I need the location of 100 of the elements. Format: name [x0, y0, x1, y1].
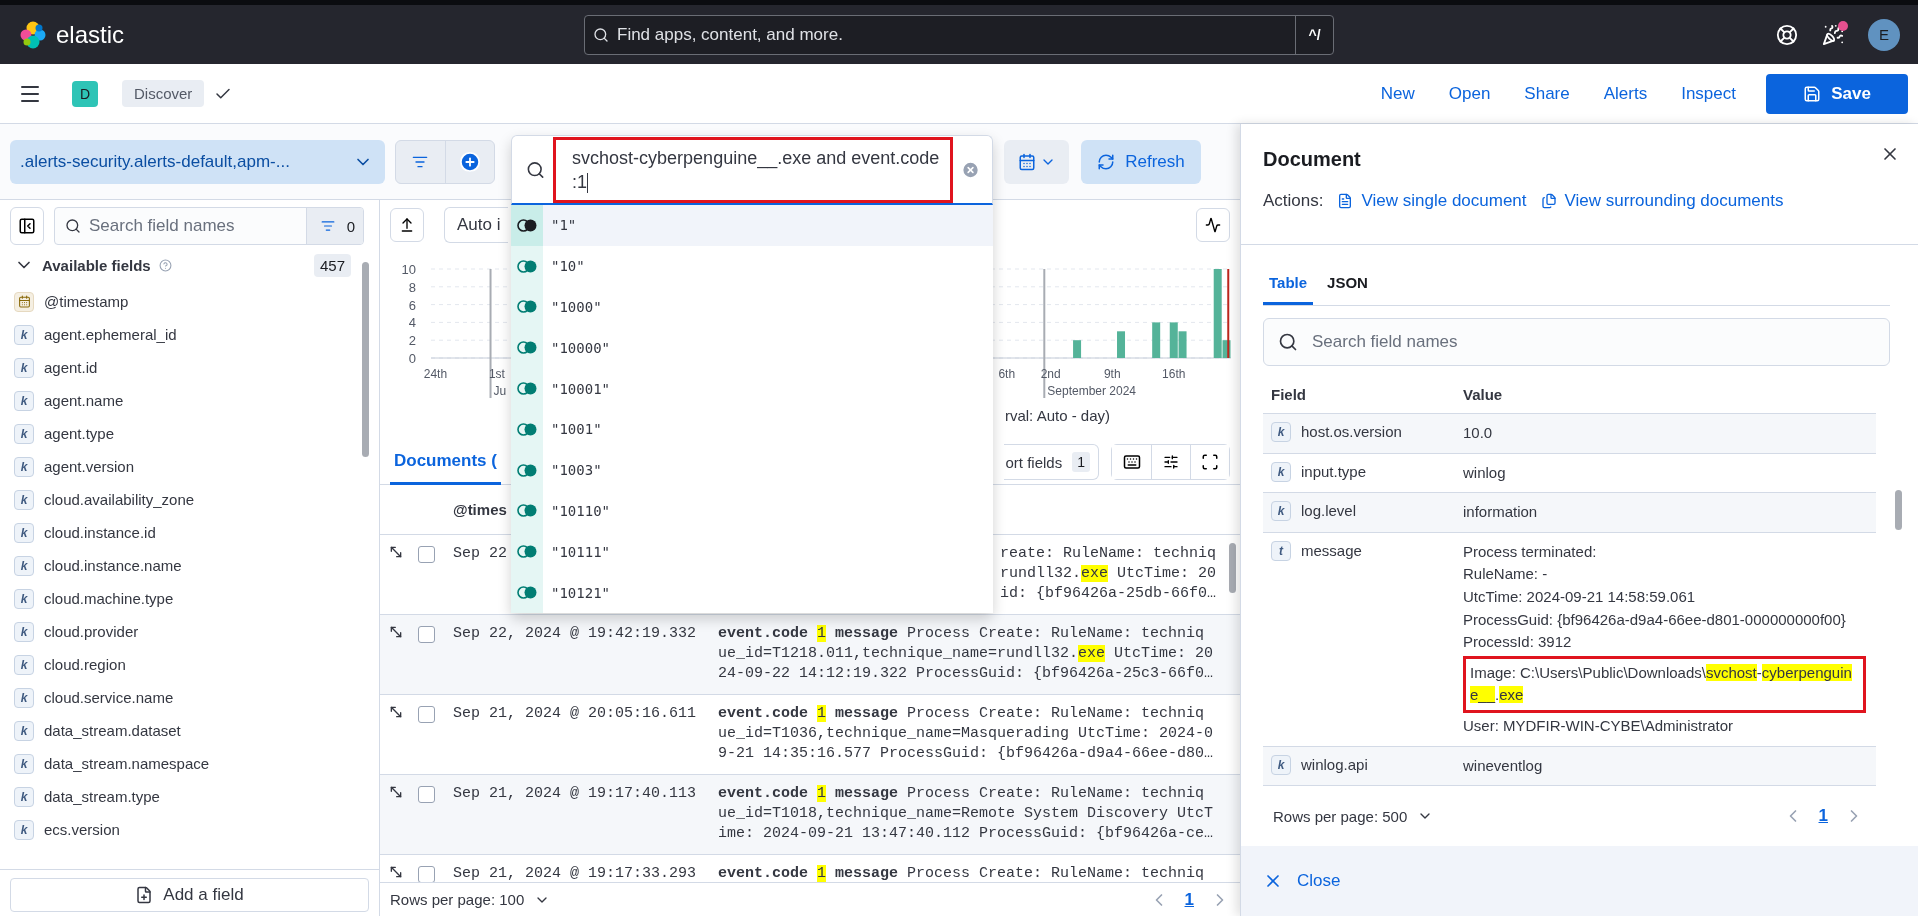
- flyout-tab[interactable]: JSON: [1321, 263, 1374, 305]
- expand-icon[interactable]: [388, 704, 404, 720]
- sort-fields-button[interactable]: ort fields 1: [1003, 444, 1099, 480]
- y-tick-label: 8: [408, 279, 416, 295]
- suggestion-item[interactable]: "1001": [511, 409, 993, 450]
- query-field[interactable]: svchost-cyberpenguine__.exe and event.code :1: [511, 135, 993, 205]
- field-item[interactable]: k data_stream.type: [14, 780, 359, 813]
- fullscreen-icon: [1201, 453, 1219, 471]
- suggestion-item[interactable]: "1003": [511, 449, 993, 491]
- close-button[interactable]: Close: [1263, 871, 1341, 892]
- row-checkbox[interactable]: [418, 626, 435, 643]
- field-item[interactable]: k agent.name: [14, 384, 359, 417]
- add-field-icon: [135, 886, 154, 904]
- column-header[interactable]: @times: [453, 501, 507, 518]
- menu-link[interactable]: New: [1380, 83, 1415, 104]
- sort-count: 1: [1072, 452, 1090, 472]
- suggestion-item[interactable]: "10110": [511, 490, 993, 532]
- fullscreen-button[interactable]: [1190, 445, 1229, 479]
- field-type-icon: k: [14, 819, 34, 840]
- search-input[interactable]: Search field names: [1310, 331, 1889, 353]
- suggestion-item[interactable]: "10000": [511, 327, 993, 369]
- field-item[interactable]: k agent.ephemeral_id: [14, 318, 359, 351]
- suggestion-item[interactable]: "10121": [511, 572, 993, 613]
- clear-icon[interactable]: [960, 159, 980, 180]
- plus-icon: [458, 150, 481, 173]
- space-badge[interactable]: D: [72, 80, 98, 107]
- menu-link[interactable]: Inspect: [1681, 83, 1736, 104]
- search-input[interactable]: Search field names: [87, 215, 306, 237]
- row-checkbox[interactable]: [418, 786, 435, 803]
- field-item[interactable]: k agent.type: [14, 417, 359, 450]
- news-icon[interactable]: [1822, 23, 1844, 46]
- suggestion-item[interactable]: "10111": [511, 531, 993, 573]
- collapse-sidebar-button[interactable]: [10, 207, 44, 245]
- action-link[interactable]: View single document: [1337, 191, 1527, 211]
- menu-link[interactable]: Share: [1524, 83, 1570, 104]
- help-icon[interactable]: [1776, 23, 1798, 46]
- expand-icon[interactable]: [388, 544, 404, 560]
- timestamp-cell: Sep 21, 2024 @ 20:05:16.611: [453, 704, 697, 724]
- field-name: input.type: [1301, 461, 1367, 482]
- row-checkbox[interactable]: [418, 706, 435, 723]
- field-item[interactable]: k data_stream.dataset: [14, 714, 359, 747]
- field-item[interactable]: @timestamp: [14, 285, 359, 318]
- field-item[interactable]: k cloud.region: [14, 648, 359, 681]
- rows-per-page-button[interactable]: Rows per page: 100: [390, 891, 551, 908]
- help-icon: [158, 258, 172, 272]
- refresh-icon: [1097, 152, 1116, 171]
- field-item[interactable]: k ecs.version: [14, 813, 359, 846]
- suggestion-item[interactable]: "1": [511, 205, 993, 246]
- row-checkbox[interactable]: [418, 546, 435, 563]
- page-link[interactable]: 1: [1184, 889, 1194, 910]
- field-filter-button[interactable]: 0: [305, 208, 363, 244]
- data-view-selector[interactable]: .alerts-security.alerts-default,apm-...: [10, 139, 385, 184]
- calendar-icon: [1017, 152, 1036, 171]
- refresh-button[interactable]: Refresh: [1081, 139, 1201, 184]
- global-search-field[interactable]: Find apps, content, and more. ^/: [584, 14, 1334, 55]
- rows-per-page-button[interactable]: Rows per page: 500: [1273, 807, 1434, 825]
- suggestion-item[interactable]: "10": [511, 245, 993, 287]
- field-item[interactable]: k cloud.provider: [14, 615, 359, 648]
- field-item[interactable]: k cloud.availability_zone: [14, 483, 359, 516]
- flyout-tab[interactable]: Table: [1263, 263, 1314, 305]
- field-search-field[interactable]: Search field names: [1263, 318, 1890, 366]
- search-icon: [526, 159, 546, 180]
- breadcrumb[interactable]: Discover: [122, 80, 205, 107]
- field-type-icon: k: [14, 357, 34, 378]
- upload-button[interactable]: [390, 208, 424, 242]
- field-item[interactable]: k agent.version: [14, 450, 359, 483]
- sliders-icon: [1163, 454, 1179, 470]
- search-input[interactable]: Find apps, content, and more.: [615, 23, 1295, 46]
- page-link[interactable]: 1: [1818, 806, 1828, 827]
- menu-link[interactable]: Alerts: [1603, 83, 1648, 104]
- action-link[interactable]: View surrounding documents: [1540, 191, 1784, 211]
- field-item[interactable]: k cloud.instance.name: [14, 549, 359, 582]
- field-item[interactable]: k cloud.machine.type: [14, 582, 359, 615]
- chart-options-button[interactable]: [1196, 208, 1230, 242]
- x-tick-label: 1st: [488, 367, 505, 381]
- suggestion-item[interactable]: "1000": [511, 286, 993, 328]
- row-checkbox[interactable]: [418, 866, 435, 882]
- save-button[interactable]: Save: [1766, 73, 1908, 114]
- field-type-icon: k: [14, 654, 34, 675]
- interval-button[interactable]: Auto i: [444, 207, 508, 243]
- suggestion-item[interactable]: "10001": [511, 368, 993, 409]
- field-item[interactable]: k cloud.instance.id: [14, 516, 359, 549]
- add-field-button[interactable]: Add a field: [10, 878, 369, 912]
- scrollbar[interactable]: [1895, 490, 1902, 530]
- field-search-field[interactable]: Search field names 0: [54, 207, 364, 245]
- field-type-icon: k: [14, 423, 34, 444]
- expand-icon[interactable]: [388, 624, 404, 640]
- histogram-bar: [1117, 331, 1125, 358]
- value-suggestion-icon: [517, 463, 537, 477]
- documents-tab[interactable]: Documents (: [390, 439, 501, 485]
- date-picker-button[interactable]: [1004, 139, 1069, 184]
- field-item[interactable]: k agent.id: [14, 351, 359, 384]
- scrollbar[interactable]: [1229, 543, 1236, 593]
- user-avatar[interactable]: E: [1868, 18, 1900, 51]
- scrollbar[interactable]: [362, 262, 369, 457]
- field-item[interactable]: k cloud.service.name: [14, 681, 359, 714]
- expand-icon[interactable]: [388, 864, 404, 880]
- expand-icon[interactable]: [388, 784, 404, 800]
- menu-link[interactable]: Open: [1448, 83, 1491, 104]
- field-item[interactable]: k data_stream.namespace: [14, 747, 359, 780]
